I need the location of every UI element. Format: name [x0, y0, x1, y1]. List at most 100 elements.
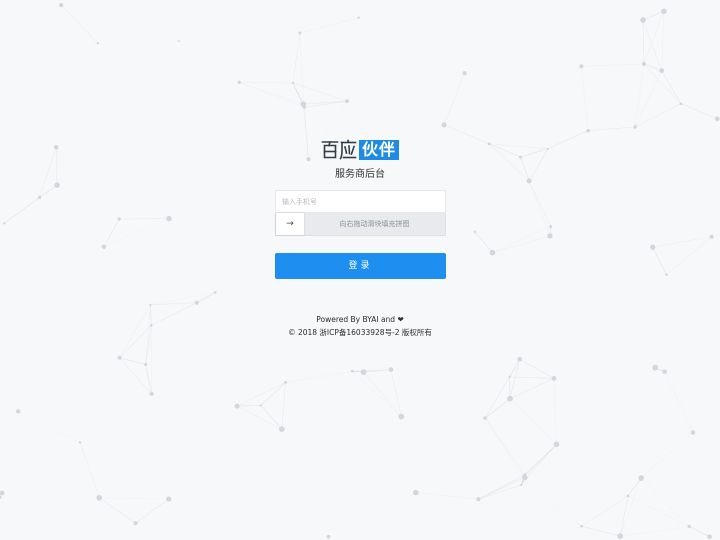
network-dot [519, 155, 522, 159]
network-dot [237, 80, 241, 84]
network-dot [177, 40, 180, 43]
copyright-text: © 2018 浙ICP备16033928号-2 版权所有 [288, 328, 432, 337]
network-dot [306, 157, 311, 162]
network-line [103, 246, 151, 305]
network-line [489, 143, 549, 149]
network-dot [687, 524, 691, 529]
network-line [178, 40, 240, 83]
network-dot [58, 2, 64, 8]
network-dot [633, 125, 637, 129]
network-line [581, 525, 621, 537]
network-line [99, 497, 136, 524]
network-dot [547, 147, 549, 150]
network-line [464, 73, 490, 144]
network-line [285, 371, 353, 383]
network-dot [149, 391, 154, 396]
network-line [415, 492, 479, 500]
network-dot [522, 474, 528, 481]
network-dot [508, 375, 511, 378]
network-dot [551, 376, 557, 381]
network-dot [388, 367, 394, 372]
network-line [443, 72, 465, 126]
network-line [119, 357, 152, 395]
network-line [661, 11, 665, 71]
network-dot [96, 42, 100, 45]
network-dot [54, 182, 60, 188]
slider-captcha-hint: 向右拖动滑块填充拼图 [339, 220, 410, 228]
network-line [652, 236, 712, 248]
network-line [60, 4, 99, 44]
network-dot [101, 244, 107, 249]
svg-text:百应: 百应 [321, 139, 323, 140]
network-dot [679, 102, 683, 105]
network-line [4, 184, 58, 224]
network-dot [715, 116, 720, 122]
network-dot [690, 430, 696, 435]
network-dot [549, 225, 553, 229]
network-dot [234, 403, 240, 409]
slider-captcha: → 向右拖动滑块填充拼图 [275, 213, 446, 236]
network-line [352, 369, 391, 372]
network-dot [166, 215, 172, 222]
network-line [553, 378, 557, 445]
network-line [634, 103, 682, 128]
arrow-right-icon: → [286, 219, 294, 229]
network-line [119, 357, 146, 365]
phone-input[interactable] [275, 190, 446, 213]
network-line [666, 236, 712, 275]
network-line [642, 11, 665, 21]
network-line [484, 359, 520, 419]
network-dot [462, 71, 467, 76]
network-dot [398, 413, 405, 420]
network-dot [16, 409, 21, 414]
network-dot [641, 61, 646, 66]
network-line [581, 495, 629, 527]
network-line [145, 364, 152, 394]
network-line [56, 184, 120, 220]
network-dot [360, 369, 367, 375]
network-line [620, 526, 690, 537]
network-line [79, 442, 100, 498]
slider-captcha-handle[interactable]: → [276, 213, 304, 235]
network-line [390, 369, 402, 417]
network-line [689, 526, 710, 538]
network-dot [298, 31, 302, 35]
network-line [292, 82, 348, 102]
network-line [509, 359, 520, 399]
network-dot [638, 475, 644, 481]
network-dot [650, 244, 656, 250]
network-dot [259, 404, 263, 407]
network-line [103, 218, 120, 247]
network-line [99, 497, 169, 500]
login-button[interactable]: 登录 [275, 253, 446, 279]
network-dot [661, 8, 667, 15]
network-line [292, 32, 301, 83]
network-line [547, 130, 589, 149]
network-line [661, 70, 682, 104]
network-line [492, 226, 551, 253]
network-line [619, 477, 642, 537]
network-line [661, 70, 718, 120]
brand-logo: 百应 伙伴 [321, 139, 403, 161]
network-dot [626, 494, 630, 498]
network-line [524, 444, 557, 478]
login-page: 百应 伙伴 服务商后台 → 向右拖动滑块填充拼图 登录 Powered By B… [0, 0, 720, 540]
powered-by-text: Powered By BYAI and [316, 315, 396, 324]
network-dot [166, 496, 172, 502]
network-dot [133, 521, 138, 526]
network-dot [441, 122, 447, 128]
network-dot [279, 426, 285, 432]
network-line [281, 382, 286, 430]
network-line [581, 63, 644, 67]
network-dot [149, 303, 152, 306]
network-line [236, 382, 286, 407]
network-line [474, 180, 530, 233]
network-dot [213, 291, 217, 294]
network-line [237, 405, 262, 407]
network-dot [580, 524, 583, 528]
network-dot [476, 497, 481, 502]
network-dot [483, 416, 487, 420]
network-line [474, 231, 493, 253]
network-line [260, 405, 283, 430]
network-line [680, 103, 718, 120]
